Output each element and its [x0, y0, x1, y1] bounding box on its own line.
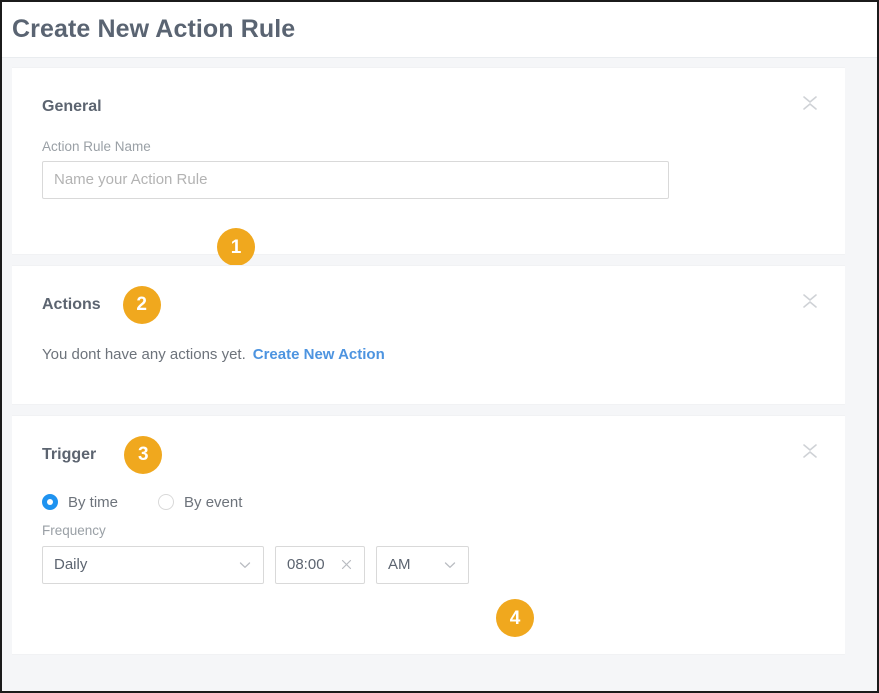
- chevron-down-icon: [238, 558, 252, 572]
- app-window: Create New Action Rule General Action Ru…: [0, 0, 879, 693]
- action-rule-name-label: Action Rule Name: [42, 139, 151, 154]
- section-trigger-header: Trigger 3: [42, 435, 815, 474]
- radio-by-time-label: By time: [68, 493, 119, 511]
- collapse-icon[interactable]: [797, 438, 823, 464]
- frequency-select[interactable]: Daily: [42, 545, 264, 584]
- section-trigger-inner: Trigger 3 By time By event Frequency Dai…: [12, 416, 845, 584]
- section-general-header: General: [42, 92, 815, 122]
- radio-by-time-indicator[interactable]: [42, 494, 58, 510]
- section-actions-header: Actions 2: [42, 285, 815, 324]
- section-general-inner: General Action Rule Name: [12, 68, 845, 199]
- section-actions-title: Actions: [42, 296, 101, 313]
- time-input-value: 08:00: [287, 556, 325, 573]
- section-actions-inner: Actions 2 You dont have any actions yet.…: [12, 266, 845, 363]
- collapse-icon[interactable]: [797, 90, 823, 116]
- page-header: Create New Action Rule: [2, 2, 877, 58]
- step-badge-2: 2: [122, 285, 161, 324]
- section-general: General Action Rule Name 1: [12, 67, 845, 266]
- actions-empty-text: You dont have any actions yet.: [42, 346, 246, 363]
- page-body: General Action Rule Name 1 Actions 2: [2, 58, 877, 691]
- actions-empty-row: You dont have any actions yet. Create Ne…: [42, 346, 815, 363]
- radio-by-event-label: By event: [184, 493, 243, 511]
- collapse-icon[interactable]: [797, 288, 823, 314]
- frequency-controls-row: Daily 08:00 AM: [42, 545, 815, 584]
- page-title: Create New Action Rule: [12, 15, 296, 43]
- step-badge-4: 4: [496, 599, 534, 637]
- action-rule-name-input[interactable]: [42, 160, 669, 199]
- trigger-type-radio-group: By time By event: [42, 494, 815, 510]
- create-new-action-link[interactable]: Create New Action: [253, 346, 385, 363]
- section-trigger-title: Trigger: [42, 446, 97, 463]
- step-badge-1: 1: [217, 228, 255, 266]
- section-actions: Actions 2 You dont have any actions yet.…: [12, 265, 845, 405]
- radio-by-event-indicator[interactable]: [158, 494, 175, 510]
- time-input[interactable]: 08:00: [275, 545, 365, 584]
- section-general-title: General: [42, 98, 102, 115]
- step-badge-3: 3: [124, 435, 163, 474]
- radio-by-time[interactable]: By time: [42, 494, 118, 510]
- frequency-select-value: Daily: [54, 556, 88, 573]
- section-trigger: Trigger 3 By time By event Frequency Dai…: [12, 415, 845, 655]
- frequency-label: Frequency: [42, 523, 106, 538]
- radio-by-event[interactable]: By event: [158, 494, 242, 510]
- meridiem-select-value: AM: [388, 556, 411, 573]
- clear-icon[interactable]: [340, 558, 353, 571]
- meridiem-select[interactable]: AM: [376, 545, 469, 584]
- chevron-down-icon: [443, 558, 457, 572]
